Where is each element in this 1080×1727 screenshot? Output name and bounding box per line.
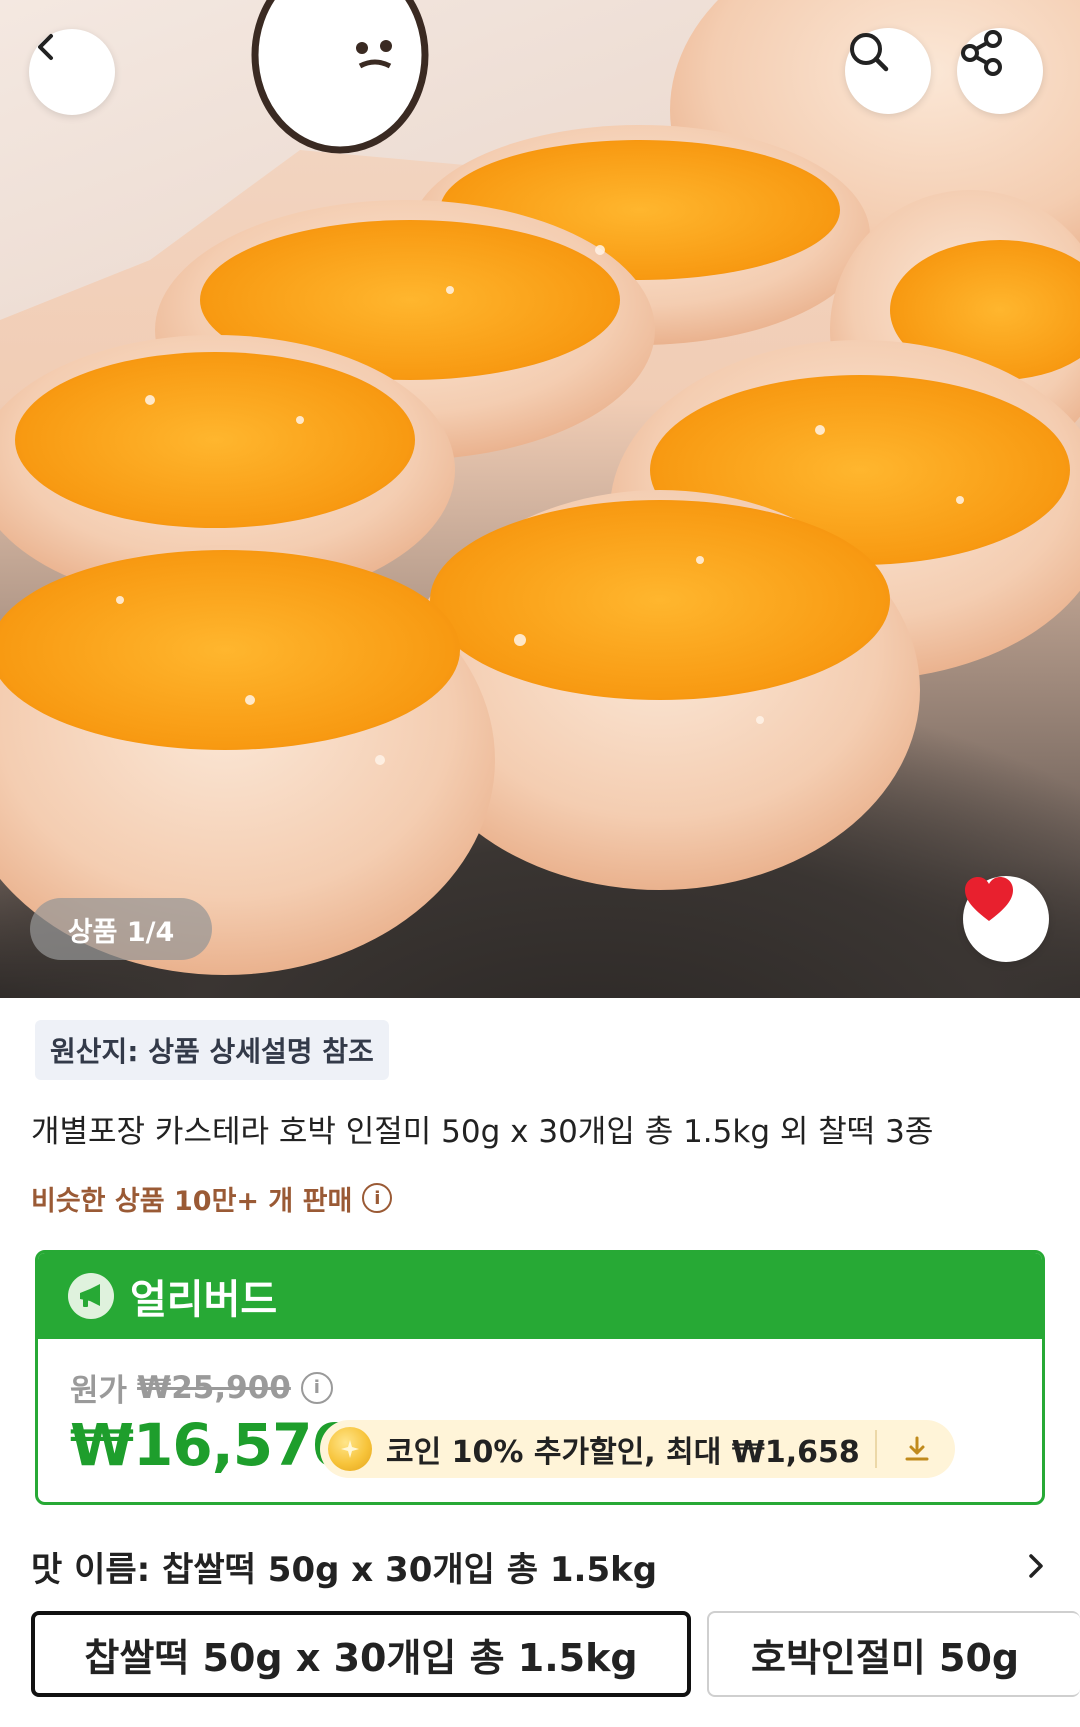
chevron-right-icon	[1021, 1551, 1051, 1581]
share-button[interactable]	[957, 28, 1043, 114]
option-label: 맛 이름: 찹쌀떡 50g x 30개입 총 1.5kg	[31, 1549, 658, 1590]
share-icon	[961, 30, 1002, 76]
early-bird-header: 얼리버드	[38, 1253, 1042, 1339]
sold-count-row[interactable]: 비슷한 상품 10만+ 개 판매 i	[31, 1178, 393, 1218]
megaphone-icon	[68, 1273, 114, 1319]
coin-discount-pill[interactable]: 코인 10% 추가할인, 최대 ₩1,658	[320, 1420, 955, 1478]
download-coupon-button[interactable]	[895, 1428, 939, 1470]
image-counter: 상품 1/4	[30, 898, 212, 960]
product-photo-illustration	[0, 0, 1080, 975]
search-button[interactable]	[845, 28, 931, 114]
info-icon[interactable]: i	[362, 1183, 393, 1213]
download-icon	[905, 1436, 929, 1461]
divider	[875, 1430, 877, 1468]
coin-icon	[328, 1427, 372, 1471]
heart-icon	[965, 877, 1013, 921]
origin-badge: 원산지: 상품 상세설명 참조	[35, 1020, 389, 1080]
option-chip-selected[interactable]: 찹쌀떡 50g x 30개입 총 1.5kg	[31, 1611, 691, 1697]
sold-count-text: 비슷한 상품 10만+ 개 판매	[31, 1185, 353, 1217]
original-price-row: 원가 ₩25,900 i	[70, 1365, 333, 1410]
coin-discount-text: 코인 10% 추가할인, 최대 ₩1,658	[386, 1435, 860, 1470]
option-chip[interactable]: 호박인절미 50g	[707, 1611, 1080, 1697]
product-title: 개별포장 카스테라 호박 인절미 50g x 30개입 총 1.5kg 외 찰떡…	[31, 1114, 934, 1150]
early-bird-price-box: 얼리버드 원가 ₩25,900 i ₩16,576 코인 10% 추가할인, 최…	[35, 1250, 1045, 1505]
info-icon[interactable]: i	[300, 1371, 333, 1404]
search-icon	[850, 33, 889, 72]
chevron-left-icon	[38, 34, 53, 60]
back-button[interactable]	[29, 29, 115, 115]
favorite-button[interactable]	[963, 876, 1049, 962]
original-price-label: 원가	[70, 1373, 128, 1409]
early-bird-title: 얼리버드	[130, 1277, 278, 1323]
sale-price: ₩16,576	[70, 1411, 352, 1479]
product-image[interactable]: 상품 1/4	[0, 0, 1080, 998]
original-price: ₩25,900	[137, 1369, 291, 1406]
option-selector-row[interactable]: 맛 이름: 찹쌀떡 50g x 30개입 총 1.5kg	[31, 1540, 1051, 1592]
